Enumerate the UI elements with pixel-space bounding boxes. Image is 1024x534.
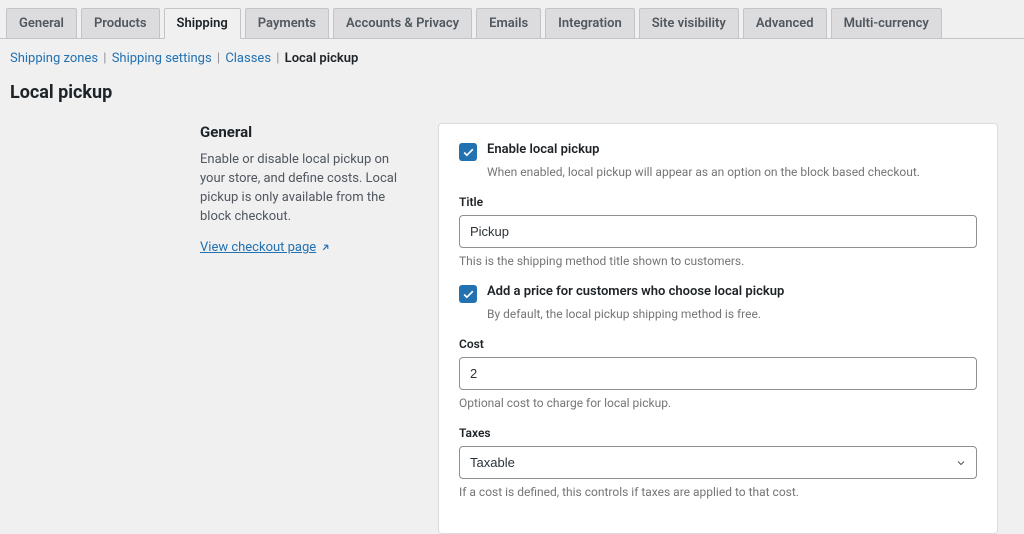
- section-description: Enable or disable local pickup on your s…: [200, 151, 410, 226]
- title-help: This is the shipping method title shown …: [459, 254, 977, 268]
- settings-panel: Enable local pickup When enabled, local …: [438, 123, 998, 534]
- subnav-separator: |: [103, 51, 109, 66]
- cost-help: Optional cost to charge for local pickup…: [459, 396, 977, 410]
- settings-tabs: General Products Shipping Payments Accou…: [0, 0, 1024, 39]
- subnav-separator: |: [276, 51, 282, 66]
- cost-label: Cost: [459, 337, 977, 351]
- tab-accounts-privacy[interactable]: Accounts & Privacy: [333, 8, 472, 38]
- subnav-shipping-settings[interactable]: Shipping settings: [112, 51, 212, 66]
- subnav-local-pickup: Local pickup: [285, 51, 359, 66]
- section-heading: General: [200, 123, 410, 141]
- tab-shipping[interactable]: Shipping: [164, 8, 241, 39]
- add-price-help: By default, the local pickup shipping me…: [487, 307, 977, 321]
- external-link-icon: [320, 242, 331, 253]
- enable-local-pickup-label: Enable local pickup: [487, 142, 600, 157]
- check-icon: [462, 146, 475, 159]
- shipping-subnav: Shipping zones | Shipping settings | Cla…: [0, 39, 1024, 78]
- view-checkout-link[interactable]: View checkout page: [200, 240, 331, 255]
- check-icon: [462, 288, 475, 301]
- tab-integration[interactable]: Integration: [545, 8, 635, 38]
- tab-emails[interactable]: Emails: [476, 8, 541, 38]
- tab-advanced[interactable]: Advanced: [743, 8, 827, 38]
- taxes-help: If a cost is defined, this controls if t…: [459, 485, 977, 499]
- add-price-label: Add a price for customers who choose loc…: [487, 284, 784, 299]
- tab-multi-currency[interactable]: Multi-currency: [831, 8, 942, 38]
- subnav-separator: |: [217, 51, 223, 66]
- subnav-classes[interactable]: Classes: [225, 51, 271, 66]
- tab-payments[interactable]: Payments: [245, 8, 329, 38]
- subnav-shipping-zones[interactable]: Shipping zones: [10, 51, 98, 66]
- title-input[interactable]: [459, 215, 977, 248]
- taxes-label: Taxes: [459, 426, 977, 440]
- cost-input[interactable]: [459, 357, 977, 390]
- tab-site-visibility[interactable]: Site visibility: [639, 8, 739, 38]
- page-title: Local pickup: [0, 78, 1024, 123]
- add-price-checkbox[interactable]: [459, 285, 477, 303]
- tab-general[interactable]: General: [6, 8, 77, 38]
- view-checkout-link-label: View checkout page: [200, 240, 316, 255]
- taxes-select[interactable]: Taxable: [459, 446, 977, 479]
- title-label: Title: [459, 195, 977, 209]
- enable-local-pickup-checkbox[interactable]: [459, 143, 477, 161]
- tab-products[interactable]: Products: [81, 8, 160, 38]
- enable-local-pickup-help: When enabled, local pickup will appear a…: [487, 165, 977, 179]
